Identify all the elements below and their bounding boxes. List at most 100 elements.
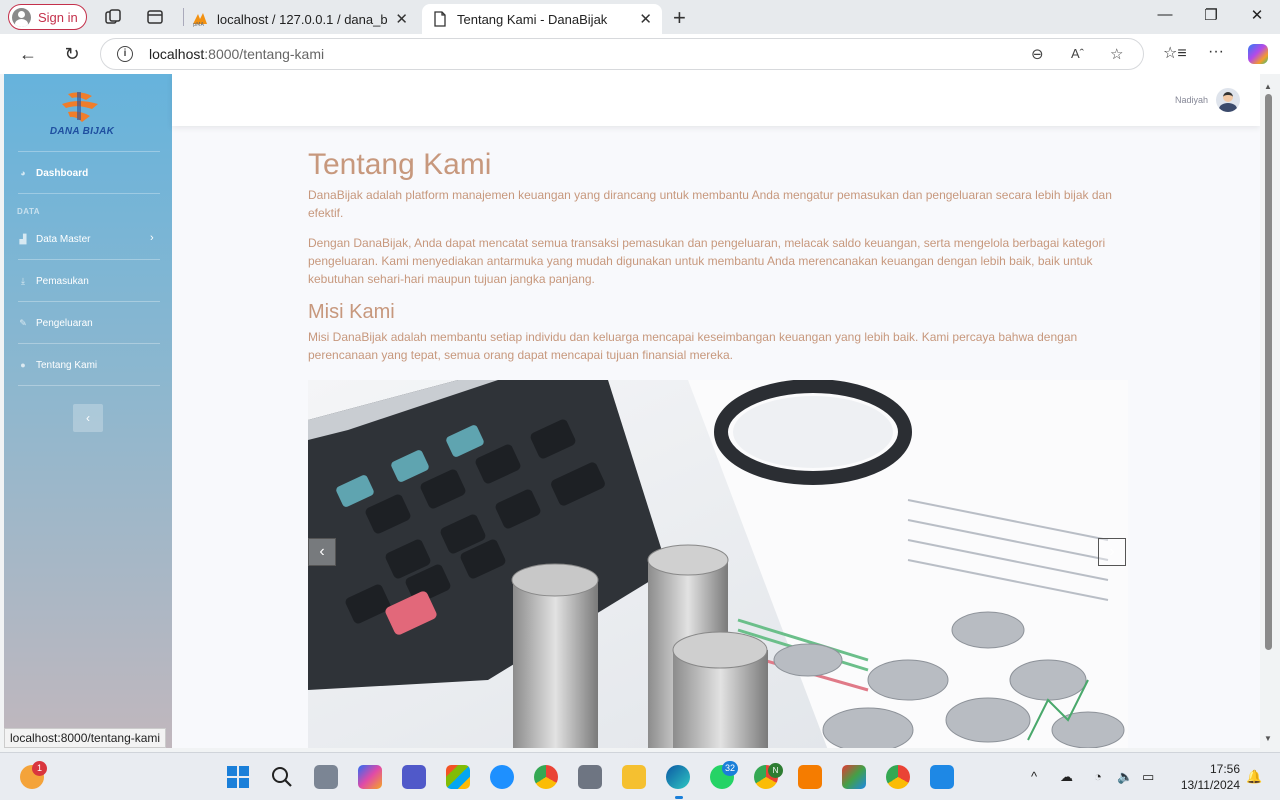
sidebar-item-data-master[interactable]: ▟ Data Master xyxy=(18,229,168,249)
favorite-star-icon[interactable]: ☆ xyxy=(1110,45,1123,63)
read-aloud-icon[interactable]: Aˆ xyxy=(1071,46,1084,61)
url-text[interactable]: localhost:8000/tentang-kami xyxy=(149,46,324,62)
brand-logo[interactable]: DANA BIJAK xyxy=(42,90,122,148)
zoom-out-icon[interactable]: ⊖ xyxy=(1031,45,1044,63)
sidebar-item-label: Pengeluaran xyxy=(36,317,93,329)
carousel-next-button[interactable]: › xyxy=(1098,538,1126,566)
sidebar-item-pemasukan[interactable]: ⤓ Pemasukan xyxy=(18,271,168,291)
tab-tentang-kami[interactable]: Tentang Kami - DanaBijak ✕ xyxy=(422,4,662,34)
scrollbar-thumb[interactable] xyxy=(1265,94,1272,650)
new-tab-button[interactable]: + xyxy=(673,5,686,31)
finance-photo xyxy=(308,380,1128,748)
chevron-right-icon: › xyxy=(1109,543,1115,560)
user-name[interactable]: Nadiyah xyxy=(1175,95,1208,105)
tab-phpmyadmin[interactable]: pMA localhost / 127.0.0.1 / dana_bijak ✕ xyxy=(182,4,418,34)
chrome-icon[interactable] xyxy=(534,765,558,789)
carousel-prev-button[interactable]: ‹ xyxy=(308,538,336,566)
copilot-icon[interactable] xyxy=(1248,44,1268,64)
svg-text:pMA: pMA xyxy=(193,22,204,27)
browser-tab-bar: Sign in pMA localhost / 127.0.0.1 / dana… xyxy=(0,0,1280,34)
profile-icon xyxy=(12,7,31,27)
tab-actions-icon[interactable] xyxy=(145,7,165,27)
sidebar-item-pengeluaran[interactable]: ✎ Pengeluaran xyxy=(18,313,168,333)
sign-in-label: Sign in xyxy=(38,9,78,25)
address-bar[interactable]: i localhost:8000/tentang-kami ⊖ Aˆ ☆ xyxy=(100,38,1144,70)
notifications-bell-icon[interactable]: 🔔 xyxy=(1246,769,1262,785)
weather-badge: 1 xyxy=(32,761,47,776)
close-tab-icon[interactable]: ✕ xyxy=(395,10,408,28)
favorites-icon[interactable]: ☆≡ xyxy=(1163,43,1187,63)
sidebar-item-label: Pemasukan xyxy=(36,275,89,287)
chevron-left-icon: ‹ xyxy=(319,543,325,560)
phpmyadmin-icon: pMA xyxy=(193,13,207,27)
git-icon[interactable] xyxy=(842,765,866,789)
clock-time: 17:56 xyxy=(1209,762,1240,776)
sidebar-divider xyxy=(18,193,160,194)
sidebar-divider xyxy=(18,343,160,344)
teams-icon[interactable] xyxy=(402,765,426,789)
sidebar-item-tentang-kami[interactable]: ● Tentang Kami xyxy=(18,355,168,375)
sidebar-item-label: Data Master xyxy=(36,233,91,245)
user-avatar[interactable] xyxy=(1216,88,1240,112)
file-explorer-icon[interactable] xyxy=(622,765,646,789)
chrome-alt-icon[interactable] xyxy=(886,765,910,789)
browser-toolbar: ← ↻ i localhost:8000/tentang-kami ⊖ Aˆ ☆… xyxy=(0,34,1280,74)
description-paragraph: Dengan DanaBijak, Anda dapat mencatat se… xyxy=(308,236,1106,286)
edge-icon[interactable] xyxy=(666,765,690,789)
volume-icon[interactable]: 🔈 xyxy=(1117,769,1133,785)
intro-paragraph: DanaBijak adalah platform manajemen keua… xyxy=(308,188,1112,220)
system-clock[interactable]: 17:56 13/11/2024 xyxy=(1168,761,1240,793)
close-tab-icon[interactable]: ✕ xyxy=(639,10,652,28)
back-icon[interactable]: ← xyxy=(16,42,40,66)
mission-heading: Misi Kami xyxy=(308,301,395,323)
topbar: Nadiyah xyxy=(172,74,1260,126)
edit-icon: ✎ xyxy=(19,318,27,328)
start-icon[interactable] xyxy=(226,765,250,789)
search-icon[interactable] xyxy=(270,765,294,789)
site-info-icon[interactable]: i xyxy=(117,46,133,62)
tab-title: localhost / 127.0.0.1 / dana_bijak xyxy=(217,11,388,27)
restore-icon[interactable]: ❐ xyxy=(1200,6,1222,24)
store-icon[interactable] xyxy=(446,765,470,789)
close-window-icon[interactable]: ✕ xyxy=(1246,6,1268,24)
sidebar-item-label: Dashboard xyxy=(36,167,89,179)
sidebar-divider xyxy=(18,385,160,386)
info-icon: ● xyxy=(20,360,26,370)
onedrive-icon[interactable]: ☁ xyxy=(1060,769,1073,785)
workspaces-icon[interactable] xyxy=(103,7,123,27)
sidebar: DANA BIJAK ◕ Dashboard DATA ▟ Data Maste… xyxy=(4,74,172,748)
help-icon[interactable] xyxy=(490,765,514,789)
active-app-indicator xyxy=(675,796,683,799)
vscode-icon[interactable] xyxy=(930,765,954,789)
wifi-icon[interactable]: ◔ xyxy=(1094,769,1102,784)
tray-chevron-up-icon[interactable]: ^ xyxy=(1031,769,1037,784)
sidebar-item-dashboard[interactable]: ◕ Dashboard xyxy=(18,163,168,183)
sidebar-toggle-button[interactable]: ‹ xyxy=(73,404,103,432)
sidebar-heading: DATA xyxy=(17,207,41,216)
mission-paragraph: Misi DanaBijak adalah membantu setiap in… xyxy=(308,330,1078,362)
tab-title: Tentang Kami - DanaBijak xyxy=(457,11,608,27)
sidebar-divider xyxy=(18,301,160,302)
windows-taskbar: 1 32 N ^ ☁ ◔ 🔈 ▭ 17:56 13/11/2024 🔔 xyxy=(0,752,1280,800)
scroll-up-icon[interactable]: ▲ xyxy=(1264,82,1272,91)
sign-in-button[interactable]: Sign in xyxy=(8,4,87,30)
task-view-icon[interactable] xyxy=(314,765,338,789)
image-carousel: ‹ › xyxy=(308,380,1128,748)
chrome-profile-badge: N xyxy=(768,763,783,778)
chart-icon: ▟ xyxy=(19,234,27,244)
clock-date: 13/11/2024 xyxy=(1180,778,1240,792)
sidebar-item-label: Tentang Kami xyxy=(36,359,98,371)
whatsapp-badge: 32 xyxy=(722,761,739,776)
reload-icon[interactable]: ↻ xyxy=(60,42,84,66)
chevron-right-icon[interactable]: › xyxy=(150,232,154,244)
copilot-app-icon[interactable] xyxy=(358,765,382,789)
sidebar-divider xyxy=(18,151,160,152)
page-scrollbar[interactable]: ▲ ▼ xyxy=(1262,80,1276,748)
more-menu-icon[interactable]: ··· xyxy=(1208,43,1224,61)
chevron-left-icon: ‹ xyxy=(86,411,90,425)
battery-icon[interactable]: ▭ xyxy=(1142,769,1154,785)
minimize-icon[interactable]: — xyxy=(1154,6,1176,23)
camera-icon[interactable] xyxy=(578,765,602,789)
xampp-icon[interactable] xyxy=(798,765,822,789)
scroll-down-icon[interactable]: ▼ xyxy=(1264,734,1272,743)
